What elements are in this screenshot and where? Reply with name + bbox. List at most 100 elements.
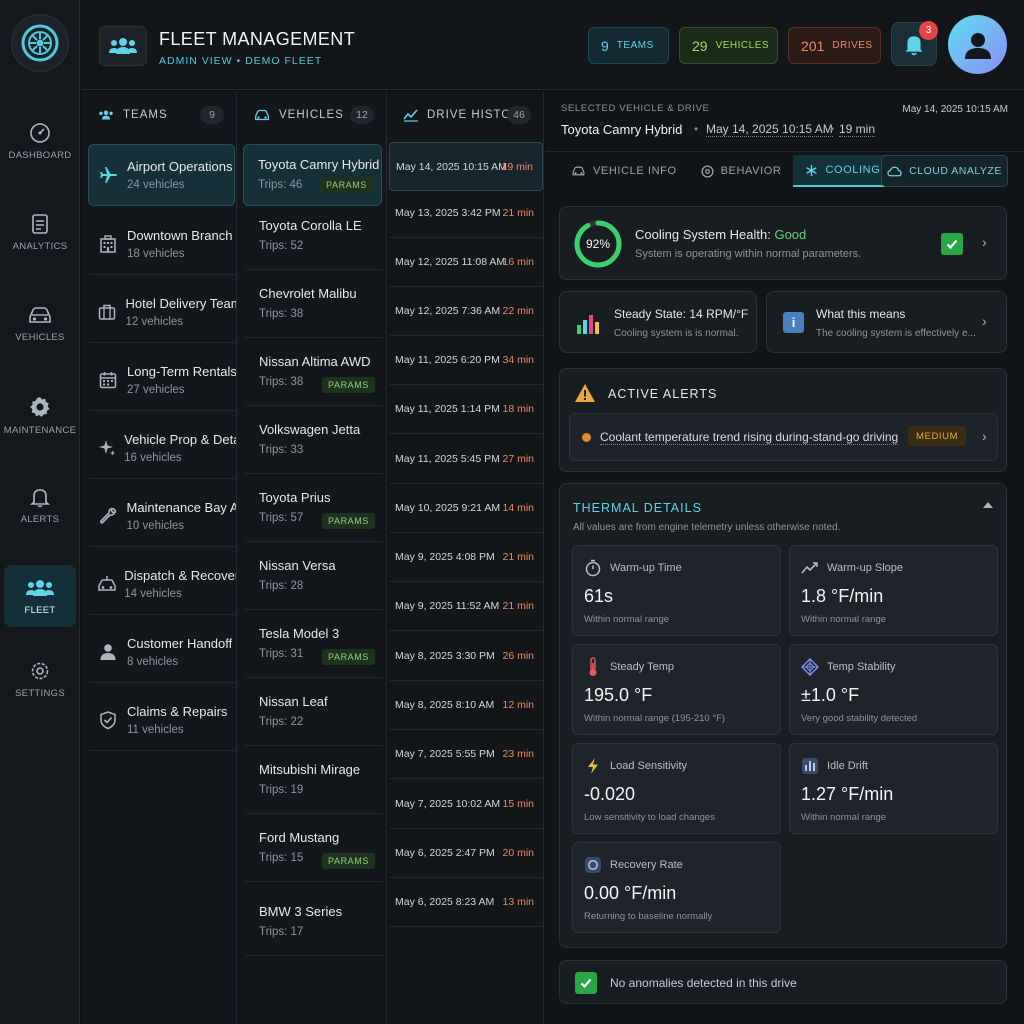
nav-fleet[interactable]: FLEET <box>4 565 76 627</box>
team-item[interactable]: Downtown Branch 18 vehicles <box>89 213 236 275</box>
team-name: Hotel Delivery Team <box>125 295 237 311</box>
vehicle-name: Toyota Camry Hybrid <box>258 157 380 172</box>
drive-item[interactable]: May 11, 2025 5:45 PM 27 min <box>389 435 543 484</box>
team-item[interactable]: Customer Handoff 8 vehicles <box>89 621 236 683</box>
drive-item[interactable]: May 8, 2025 8:10 AM 12 min <box>389 681 543 730</box>
teams-count-chip[interactable]: 9 TEAMS <box>588 27 669 64</box>
nav-dashboard[interactable]: DASHBOARD <box>4 110 76 172</box>
severity-badge: MEDIUM <box>908 426 967 446</box>
team-item[interactable]: Dispatch & Recovery 14 vehicles <box>89 553 236 615</box>
vehicle-name: Nissan Versa <box>259 558 336 573</box>
metric-label: Steady Temp <box>610 661 675 673</box>
drive-item[interactable]: May 10, 2025 9:21 AM 14 min <box>389 484 543 533</box>
vehicle-item[interactable]: Nissan Leaf Trips: 22 <box>245 682 383 746</box>
stopwatch-icon <box>585 559 601 577</box>
what-this-means-card[interactable]: i What this means The cooling system is … <box>766 291 1007 353</box>
drive-item[interactable]: May 6, 2025 8:23 AM 13 min <box>389 878 543 927</box>
team-item[interactable]: Long-Term Rentals 27 vehicles <box>89 349 236 411</box>
vehicle-item[interactable]: Ford Mustang Trips: 15 PARAMS <box>245 818 383 882</box>
selected-drive-duration[interactable]: 19 min <box>839 122 876 137</box>
chevron-right-icon: › <box>982 234 987 250</box>
health-title-prefix: Cooling System Health: <box>635 227 771 242</box>
nav-analytics[interactable]: ANALYTICS <box>4 201 76 263</box>
team-item[interactable]: Vehicle Prop & Detail 16 vehicles <box>89 417 237 479</box>
no-anomalies-card: No anomalies detected in this drive <box>559 960 1007 1004</box>
drives-count-chip[interactable]: 201 DRIVES <box>788 27 881 64</box>
vehicle-item[interactable]: Toyota Corolla LE Trips: 52 <box>245 206 383 270</box>
drive-item[interactable]: May 12, 2025 11:08 AM 16 min <box>389 238 543 287</box>
tab-cooling[interactable]: COOLING <box>793 155 893 187</box>
drive-item[interactable]: May 11, 2025 6:20 PM 34 min <box>389 336 543 385</box>
chip-label: TEAMS <box>616 40 654 51</box>
nav-label: MAINTENANCE <box>3 424 77 436</box>
what-this-means-title: What this means <box>816 307 906 321</box>
alerts-title: ACTIVE ALERTS <box>608 387 718 401</box>
drive-date: May 7, 2025 5:55 PM <box>395 748 495 760</box>
detail-panel: SELECTED VEHICLE & DRIVE Toyota Camry Hy… <box>545 91 1024 1024</box>
drive-item[interactable]: May 12, 2025 7:36 AM 22 min <box>389 287 543 336</box>
notification-badge: 3 <box>919 21 938 40</box>
page-title: FLEET MANAGEMENT <box>159 29 356 49</box>
nav-label: DASHBOARD <box>8 149 72 161</box>
settings-icon <box>31 662 49 679</box>
nav-settings[interactable]: SETTINGS <box>4 648 76 710</box>
vehicles-count-chip[interactable]: 29 VEHICLES <box>679 27 778 64</box>
drive-item[interactable]: May 9, 2025 4:08 PM 21 min <box>389 533 543 582</box>
nav-alerts[interactable]: ALERTS <box>4 474 76 536</box>
cooling-health-card[interactable]: 92% Cooling System Health: Good System i… <box>559 206 1007 280</box>
vehicle-item[interactable]: Tesla Model 3 Trips: 31 PARAMS <box>245 614 383 678</box>
cloud-icon <box>887 166 902 176</box>
no-anomalies-text: No anomalies detected in this drive <box>610 976 797 990</box>
drive-item[interactable]: May 6, 2025 2:47 PM 20 min <box>389 829 543 878</box>
team-item[interactable]: Airport Operations 24 vehicles <box>88 144 235 206</box>
drive-date: May 12, 2025 7:36 AM <box>395 305 501 317</box>
alert-item[interactable]: Coolant temperature trend rising during-… <box>569 413 998 461</box>
drive-date: May 8, 2025 3:30 PM <box>395 650 495 662</box>
drive-item[interactable]: May 14, 2025 10:15 AM 19 min <box>389 142 543 191</box>
vehicle-item[interactable]: Toyota Prius Trips: 57 PARAMS <box>245 478 383 542</box>
steady-state-card[interactable]: Steady State: 14 RPM/°F Cooling system i… <box>559 291 757 353</box>
warning-icon <box>575 384 595 402</box>
drive-duration: 23 min <box>502 748 534 760</box>
drive-item[interactable]: May 7, 2025 5:55 PM 23 min <box>389 730 543 779</box>
drive-item[interactable]: May 11, 2025 1:14 PM 18 min <box>389 385 543 434</box>
vehicle-item[interactable]: Nissan Altima AWD Trips: 38 PARAMS <box>245 342 383 406</box>
vehicle-item[interactable]: Mitsubishi Mirage Trips: 19 <box>245 750 383 814</box>
drive-item[interactable]: May 9, 2025 11:52 AM 21 min <box>389 582 543 631</box>
team-name: Vehicle Prop & Detail <box>124 431 237 447</box>
drive-date: May 9, 2025 11:52 AM <box>395 600 500 612</box>
plane-icon <box>100 167 117 183</box>
tow-car-icon <box>97 575 116 591</box>
user-avatar[interactable] <box>948 15 1007 74</box>
drive-duration: 21 min <box>502 207 534 219</box>
vehicle-item[interactable]: BMW 3 Series Trips: 17 <box>245 892 383 956</box>
team-item[interactable]: Maintenance Bay A 10 vehicles <box>89 485 236 547</box>
team-item[interactable]: Claims & Repairs 11 vehicles <box>89 689 236 751</box>
vehicle-item[interactable]: Volkswagen Jetta Trips: 33 <box>245 410 383 474</box>
collapse-icon[interactable] <box>982 500 994 510</box>
recovery-icon <box>585 857 601 873</box>
vehicle-item[interactable]: Nissan Versa Trips: 28 <box>245 546 383 610</box>
nav-vehicles[interactable]: VEHICLES <box>4 292 76 354</box>
drive-date: May 11, 2025 1:14 PM <box>395 403 500 415</box>
tab-vehicle-info[interactable]: VEHICLE INFO <box>559 155 689 187</box>
vehicle-item[interactable]: Toyota Camry Hybrid Trips: 46 PARAMS <box>243 144 382 206</box>
tab-behavior[interactable]: BEHAVIOR <box>689 155 794 187</box>
selected-drive-date[interactable]: May 14, 2025 10:15 AM <box>706 122 833 137</box>
drive-duration: 27 min <box>502 453 534 465</box>
app-logo[interactable] <box>11 14 69 72</box>
metric-value: 1.27 °F/min <box>801 784 894 804</box>
drive-item[interactable]: May 7, 2025 10:02 AM 15 min <box>389 780 543 829</box>
column-title: TEAMS <box>123 109 168 121</box>
team-count: 24 vehicles <box>127 179 185 191</box>
params-badge: PARAMS <box>322 649 375 665</box>
cloud-analyze-label: CLOUD ANALYZE <box>909 165 1002 177</box>
teams-column: TEAMS 9 Airport Operations 24 vehicles Do… <box>81 91 237 1024</box>
team-item[interactable]: Hotel Delivery Team 12 vehicles <box>89 281 237 343</box>
drive-item[interactable]: May 13, 2025 3:42 PM 21 min <box>389 189 543 238</box>
drive-item[interactable]: May 8, 2025 3:30 PM 26 min <box>389 632 543 681</box>
nav-label: ALERTS <box>20 513 60 525</box>
nav-maintenance[interactable]: MAINTENANCE <box>4 384 76 446</box>
cloud-analyze-button[interactable]: CLOUD ANALYZE <box>881 155 1008 187</box>
vehicle-item[interactable]: Chevrolet Malibu Trips: 38 <box>245 274 383 338</box>
